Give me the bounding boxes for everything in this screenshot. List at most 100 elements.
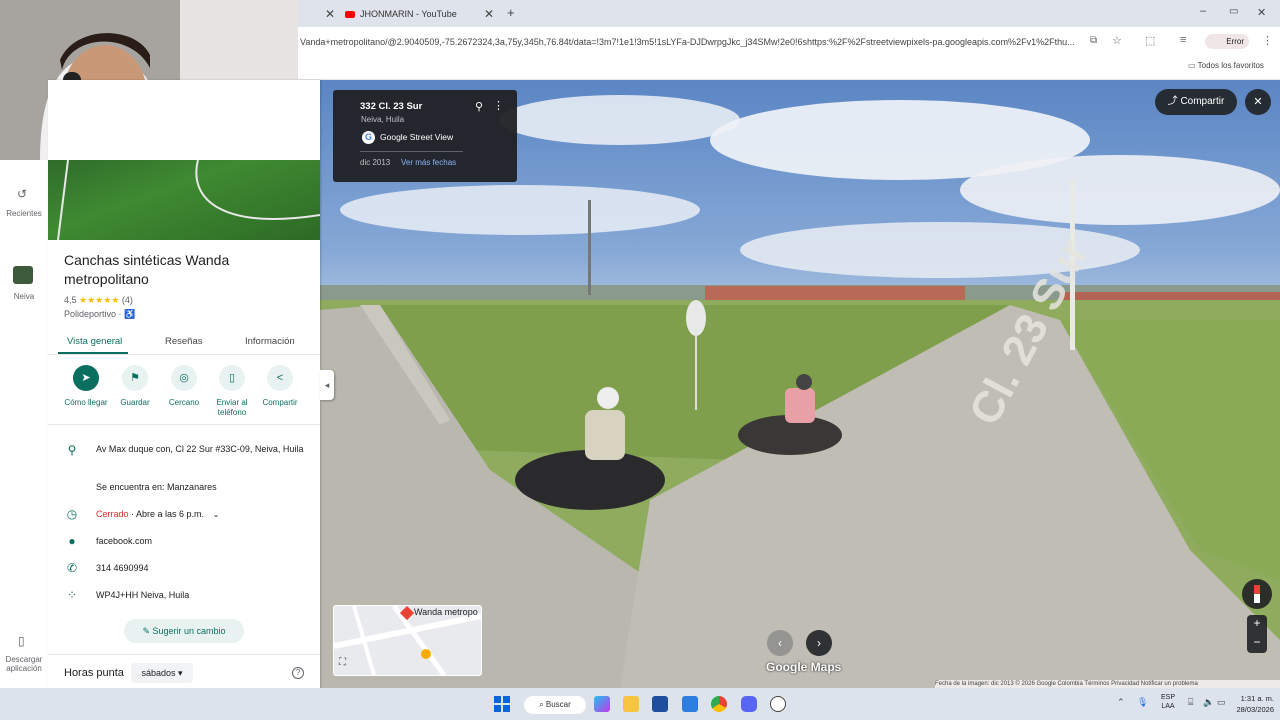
volume-icon[interactable]: 🔈 [1203, 697, 1214, 708]
google-icon: G [362, 131, 375, 144]
minimize-icon[interactable]: – [1200, 5, 1206, 17]
neiva-thumbnail[interactable] [13, 266, 33, 284]
all-bookmarks-button[interactable]: ▭ Todos los favoritos [1188, 61, 1264, 70]
tab-close-icon[interactable]: ✕ [325, 7, 335, 21]
divider [48, 654, 320, 655]
map-pin-icon[interactable]: ⚲ [475, 100, 483, 113]
directions-button[interactable]: ➤ [73, 365, 99, 391]
rating-row[interactable]: 4,5 ★★★★★ (4) [64, 295, 133, 306]
store-icon[interactable] [652, 696, 668, 712]
search-icon: ⌕ [539, 700, 546, 709]
recent-icon[interactable]: ↺ [17, 187, 27, 201]
youtube-icon [345, 11, 355, 19]
globe-icon: ● [68, 534, 76, 548]
next-arrow-button[interactable]: › [806, 630, 832, 656]
help-icon[interactable]: ? [292, 667, 304, 679]
tab-info[interactable]: Información [245, 336, 295, 347]
github-icon[interactable] [770, 696, 786, 712]
see-more-dates-link[interactable]: Ver más fechas [401, 158, 456, 167]
mini-map[interactable]: Wanda metropo ⛶ [333, 605, 482, 676]
taskbar-search[interactable]: ⌕ Buscar [524, 696, 586, 714]
tab-reviews[interactable]: Reseñas [165, 336, 203, 347]
hours-detail: · Abre a las 6 p.m. [128, 509, 205, 519]
file-explorer-icon[interactable] [623, 696, 639, 712]
divider [48, 424, 320, 425]
profile-error-button[interactable]: Error [1205, 34, 1249, 49]
close-street-view-button[interactable]: ✕ [1245, 89, 1271, 115]
zoom-in-icon[interactable]: + [1247, 616, 1267, 630]
tab-title: JHONMARIN - YouTube [360, 9, 457, 19]
star-icon[interactable]: ☆ [1112, 34, 1122, 47]
tab-youtube[interactable]: JHONMARIN - YouTube [345, 4, 495, 24]
compass-button[interactable] [1242, 579, 1272, 609]
previous-arrow-button[interactable]: ‹ [767, 630, 793, 656]
save-button[interactable]: ⚑ [122, 365, 148, 391]
category-row: Polideportivo · ♿ [64, 309, 135, 320]
clock-date: 28/03/2026 [1236, 705, 1274, 714]
download-app-label[interactable]: Descargar aplicación [0, 655, 48, 673]
clock-icon: ◷ [66, 507, 78, 521]
collapse-panel-button[interactable]: ◂ [320, 370, 334, 400]
microphone-icon[interactable]: 🎙 [1137, 697, 1148, 708]
chevron-up-icon[interactable]: ⌃ [1117, 697, 1125, 708]
place-title: Canchas sintéticas Wanda metropolitano [64, 252, 230, 287]
tab-overview[interactable]: Vista general [67, 336, 122, 347]
windows-taskbar [0, 688, 1280, 720]
recents-label[interactable]: Recientes [0, 209, 48, 218]
website-link[interactable]: facebook.com [96, 535, 306, 547]
media-icon[interactable]: ≡ [1180, 34, 1186, 46]
copilot-icon[interactable] [594, 696, 610, 712]
suggest-edit-button[interactable]: ✎ Sugerir un cambio [124, 619, 244, 643]
discord-icon[interactable] [741, 696, 757, 712]
battery-icon[interactable]: ▭ [1217, 697, 1226, 708]
language-indicator[interactable]: ESP LAA [1158, 693, 1178, 711]
more-options-icon[interactable]: ⋮ [493, 99, 504, 112]
phone-number[interactable]: 314 4690994 [96, 562, 306, 574]
divider [48, 354, 320, 355]
windows-start-icon[interactable] [494, 696, 510, 712]
sv-city: Neiva, Huila [361, 115, 405, 124]
phone-icon[interactable]: ▯ [18, 634, 25, 648]
nearby-button[interactable]: ◎ [171, 365, 197, 391]
network-icon[interactable]: ⌸ [1188, 697, 1193, 708]
share-sv-label: Compartir [1180, 96, 1225, 107]
rating-stars: ★★★★★ [79, 295, 120, 305]
peak-hours-title: Horas punta [64, 667, 124, 679]
share-street-view-button[interactable]: ⤴ Compartir [1155, 89, 1237, 115]
send-to-phone-button[interactable]: ▯ [219, 365, 245, 391]
address-bar[interactable]: Vanda+metropolitano/@2.9040509,-75.26723… [300, 37, 1080, 47]
extensions-icon[interactable]: ⬚ [1145, 34, 1155, 47]
directions-label[interactable]: Cómo llegar [58, 398, 114, 408]
install-app-icon[interactable]: ⧉ [1090, 35, 1097, 46]
attribution-bar[interactable]: Fecha de la imagen: dic 2013 © 2026 Goog… [935, 680, 1280, 688]
save-label[interactable]: Guardar [107, 398, 163, 408]
chevron-down-icon[interactable]: ⌄ [213, 510, 220, 519]
plus-code-icon: ⁘ [66, 588, 78, 602]
taskbar-clock[interactable]: 1:31 a. m. 28/03/2026 [1230, 693, 1274, 715]
pencil-icon: ✎ [142, 626, 153, 636]
profile-label: Error [1226, 37, 1244, 46]
window-close-icon[interactable]: ✕ [1257, 6, 1266, 19]
suggest-label: Sugerir un cambio [152, 626, 226, 636]
outlook-icon[interactable] [682, 696, 698, 712]
peak-day-select[interactable]: sábados ▾ [131, 663, 193, 683]
share-button[interactable]: < [267, 365, 293, 391]
minimap-label: Wanda metropo [414, 607, 478, 617]
hours-row[interactable]: Cerrado · Abre a las 6 p.m. ⌄ [96, 508, 306, 521]
located-in-text[interactable]: Se encuentra en: Manzanares [96, 481, 306, 493]
new-tab-icon[interactable]: + [507, 5, 515, 20]
address-text[interactable]: Av Max duque con, Cl 22 Sur #33C-09, Nei… [96, 443, 306, 455]
tab-close-icon[interactable]: ✕ [484, 7, 494, 21]
zoom-out-icon[interactable]: − [1247, 635, 1267, 649]
place-photo[interactable] [48, 160, 320, 240]
sv-provider: Google Street View [380, 132, 454, 142]
expand-icon[interactable]: ⛶ [339, 657, 346, 668]
plus-code[interactable]: WP4J+HH Neiva, Huila [96, 589, 306, 601]
share-label[interactable]: Compartir [252, 398, 308, 408]
city-label[interactable]: Neiva [0, 292, 48, 301]
maps-left-rail [0, 160, 48, 688]
chrome-icon[interactable] [711, 696, 727, 712]
menu-icon[interactable]: ⋮ [1262, 34, 1273, 47]
maximize-icon[interactable]: ▭ [1229, 6, 1238, 17]
compass-needle-icon [1254, 585, 1260, 603]
